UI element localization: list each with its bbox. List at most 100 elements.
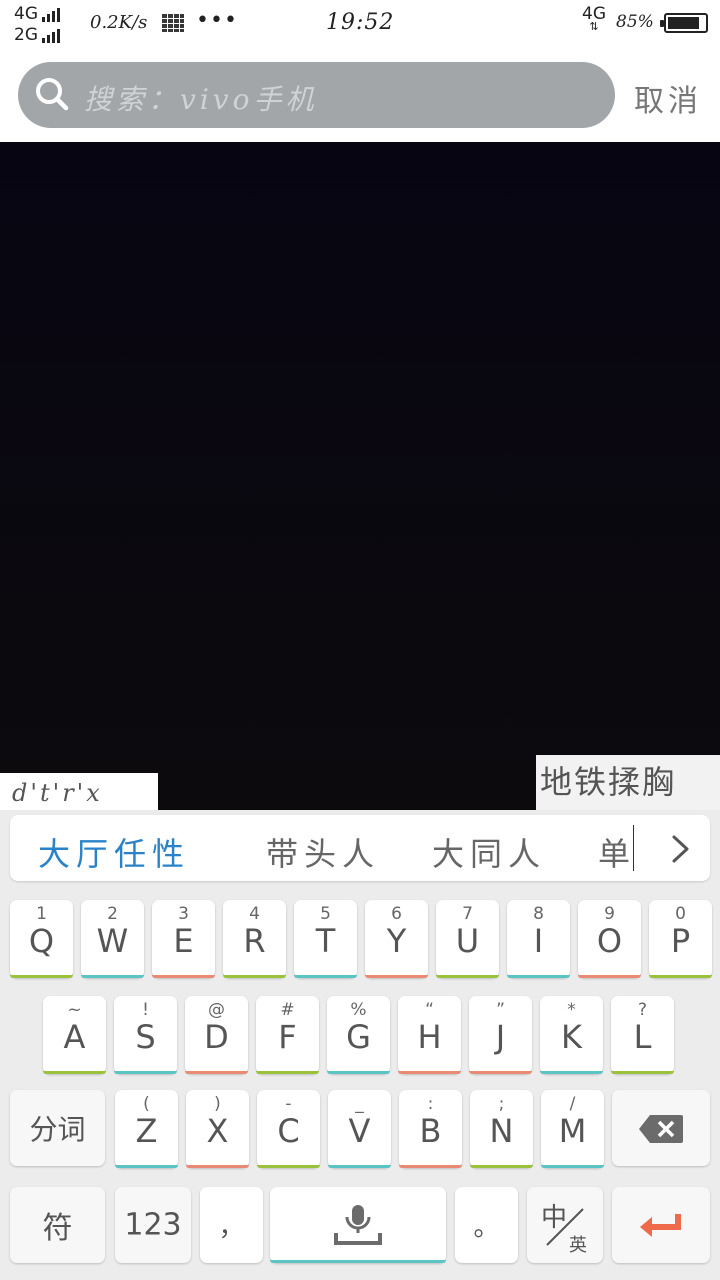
- key-label: V: [348, 1112, 371, 1150]
- key-underline: [436, 975, 499, 978]
- key-label: S: [135, 1018, 156, 1056]
- key-q[interactable]: 1Q: [10, 900, 73, 978]
- network-label-1: 4G: [14, 4, 38, 24]
- enter-key[interactable]: [612, 1187, 710, 1263]
- segment-key[interactable]: 分词: [10, 1090, 105, 1166]
- key-label: K: [561, 1018, 582, 1056]
- key-secondary-label: ”: [496, 1000, 505, 1020]
- key-underline: [43, 1071, 106, 1074]
- key-label: P: [670, 922, 691, 960]
- key-underline: [399, 1165, 462, 1168]
- key-underline: [10, 975, 73, 978]
- network-speed: 0.2K/s: [90, 12, 148, 33]
- key-underline: [469, 1071, 532, 1074]
- key-u[interactable]: 7U: [436, 900, 499, 978]
- key-label: X: [206, 1112, 229, 1150]
- key-secondary-label: ~: [67, 1000, 82, 1020]
- key-secondary-label: ;: [498, 1094, 505, 1114]
- key-secondary-label: 5: [320, 904, 331, 924]
- period-key[interactable]: 。: [455, 1187, 518, 1263]
- key-i[interactable]: 8I: [507, 900, 570, 978]
- key-underline: [294, 975, 357, 978]
- key-j[interactable]: ” J: [469, 996, 532, 1074]
- symbol-key[interactable]: 符: [10, 1187, 105, 1263]
- key-y[interactable]: 6Y: [365, 900, 428, 978]
- key-a[interactable]: ~ A: [43, 996, 106, 1074]
- key-h[interactable]: “H: [398, 996, 461, 1074]
- key-underline: [256, 1071, 319, 1074]
- candidate-partial[interactable]: 单: [598, 815, 636, 881]
- cancel-button[interactable]: 取消: [634, 76, 702, 120]
- key-c[interactable]: -C: [257, 1090, 320, 1168]
- key-secondary-label: ): [214, 1094, 221, 1114]
- chevron-right-icon[interactable]: [660, 829, 700, 869]
- key-g[interactable]: % G: [327, 996, 390, 1074]
- key-underline: [540, 1071, 603, 1074]
- candidate-item[interactable]: 大厅任性: [38, 829, 190, 875]
- data-network-indicator: 4G ⇅: [582, 4, 606, 33]
- status-bar: 4G 2G 0.2K/s ••• 19:52 4G ⇅ 85%: [0, 0, 720, 50]
- key-label: B: [419, 1112, 442, 1150]
- key-label: O: [596, 922, 623, 960]
- key-secondary-label: 6: [391, 904, 402, 924]
- soft-keyboard: 大厅任性 带头人 大同人 单 1 Q 2 W 3 E 4 R 5 T 6 Y 7 U 8 I 9 O 0 P ~ A! S @…: [0, 810, 720, 1280]
- key-k[interactable]: * K: [540, 996, 603, 1074]
- key-l[interactable]: ? L: [611, 996, 674, 1074]
- key-underline: [398, 1071, 461, 1074]
- candidate-item[interactable]: 带头人: [266, 829, 380, 875]
- comma-key[interactable]: ，: [200, 1187, 263, 1263]
- key-label: I: [533, 922, 544, 960]
- backspace-key[interactable]: [612, 1090, 710, 1166]
- key-o[interactable]: 9O: [578, 900, 641, 978]
- space-key[interactable]: [270, 1187, 446, 1263]
- key-e[interactable]: 3E: [152, 900, 215, 978]
- key-t[interactable]: 5T: [294, 900, 357, 978]
- key-s[interactable]: ! S: [114, 996, 177, 1074]
- text-cursor: [633, 825, 634, 871]
- key-underline: [649, 975, 712, 978]
- key-p[interactable]: 0P: [649, 900, 712, 978]
- key-label: F: [278, 1018, 297, 1056]
- key-b[interactable]: :B: [399, 1090, 462, 1168]
- key-x[interactable]: ) X: [186, 1090, 249, 1168]
- key-label: N: [489, 1112, 514, 1150]
- key-n[interactable]: ; N: [470, 1090, 533, 1168]
- key-secondary-label: 3: [178, 904, 189, 924]
- key-underline: [611, 1071, 674, 1074]
- search-input[interactable]: 搜索：vivo手机: [18, 62, 615, 128]
- symbol-key-label: 符: [42, 1211, 73, 1246]
- key-secondary-label: (: [143, 1094, 150, 1114]
- key-underline: [223, 975, 286, 978]
- key-underline: [115, 1165, 178, 1168]
- candidate-item[interactable]: 大同人: [432, 829, 546, 875]
- key-v[interactable]: _ V: [328, 1090, 391, 1168]
- key-label: Z: [135, 1112, 158, 1150]
- key-m[interactable]: / M: [541, 1090, 604, 1168]
- key-label: W: [96, 922, 129, 960]
- candidate-item[interactable]: 单: [598, 829, 636, 875]
- key-secondary-label: 8: [533, 904, 544, 924]
- battery-icon: [660, 13, 708, 33]
- lang-en-label: 英: [569, 1235, 587, 1256]
- key-secondary-label: !: [142, 1000, 149, 1020]
- key-w[interactable]: 2W: [81, 900, 144, 978]
- key-secondary-label: 9: [604, 904, 615, 924]
- notification-grid-icon: [162, 14, 184, 32]
- segment-key-label: 分词: [29, 1113, 86, 1146]
- language-switch-key[interactable]: 中 英: [527, 1187, 603, 1263]
- key-label: L: [633, 1018, 652, 1056]
- key-secondary-label: 1: [36, 904, 47, 924]
- key-f[interactable]: # F: [256, 996, 319, 1074]
- key-underline: [270, 1260, 446, 1263]
- comma-key-label: ，: [218, 1212, 245, 1243]
- network-label-2: 2G: [14, 25, 38, 45]
- key-secondary-label: 4: [249, 904, 260, 924]
- numeric-key[interactable]: 123: [115, 1187, 191, 1263]
- key-r[interactable]: 4R: [223, 900, 286, 978]
- key-d[interactable]: @ D: [185, 996, 248, 1074]
- key-underline: [507, 975, 570, 978]
- key-secondary-label: ?: [637, 1000, 648, 1020]
- period-key-label: 。: [473, 1212, 500, 1243]
- key-label: C: [277, 1112, 300, 1150]
- key-z[interactable]: (Z: [115, 1090, 178, 1168]
